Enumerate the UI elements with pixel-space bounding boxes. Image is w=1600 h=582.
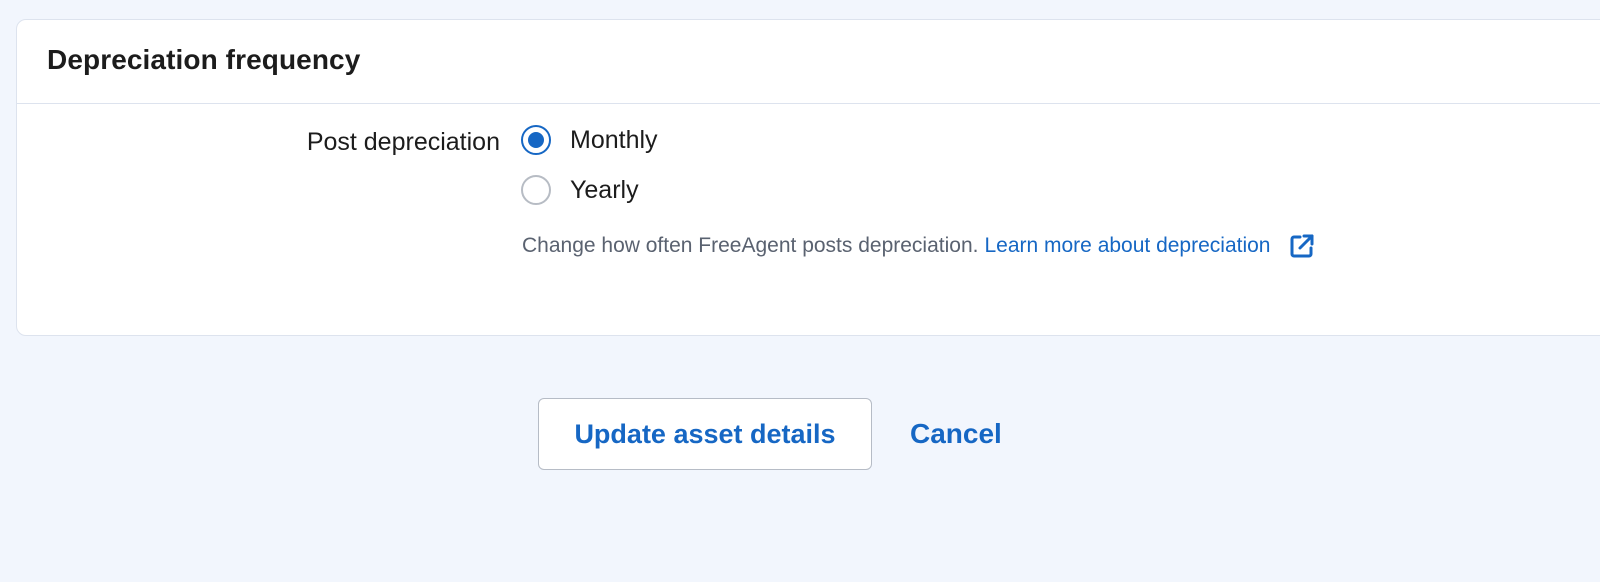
- post-depreciation-label: Post depreciation: [306, 128, 500, 156]
- cancel-link[interactable]: Cancel: [910, 418, 1002, 450]
- external-link-icon[interactable]: [1289, 233, 1315, 259]
- monthly-radio-label[interactable]: Monthly: [570, 126, 658, 155]
- depreciation-frequency-card: Depreciation frequency: [16, 19, 1600, 336]
- yearly-radio[interactable]: [521, 175, 551, 205]
- radio-option-monthly[interactable]: Monthly: [521, 125, 658, 155]
- section-title: Depreciation frequency: [47, 44, 361, 75]
- learn-more-link[interactable]: Learn more about depreciation: [984, 234, 1270, 258]
- radio-option-yearly[interactable]: Yearly: [521, 175, 639, 205]
- help-text-row: Change how often FreeAgent posts depreci…: [522, 233, 1315, 259]
- card-header: Depreciation frequency: [17, 20, 1600, 104]
- update-asset-details-button[interactable]: Update asset details: [538, 398, 872, 470]
- form-actions: Update asset details Cancel: [538, 398, 1002, 470]
- monthly-radio[interactable]: [521, 125, 551, 155]
- yearly-radio-label[interactable]: Yearly: [570, 176, 639, 205]
- help-text: Change how often FreeAgent posts depreci…: [522, 234, 979, 257]
